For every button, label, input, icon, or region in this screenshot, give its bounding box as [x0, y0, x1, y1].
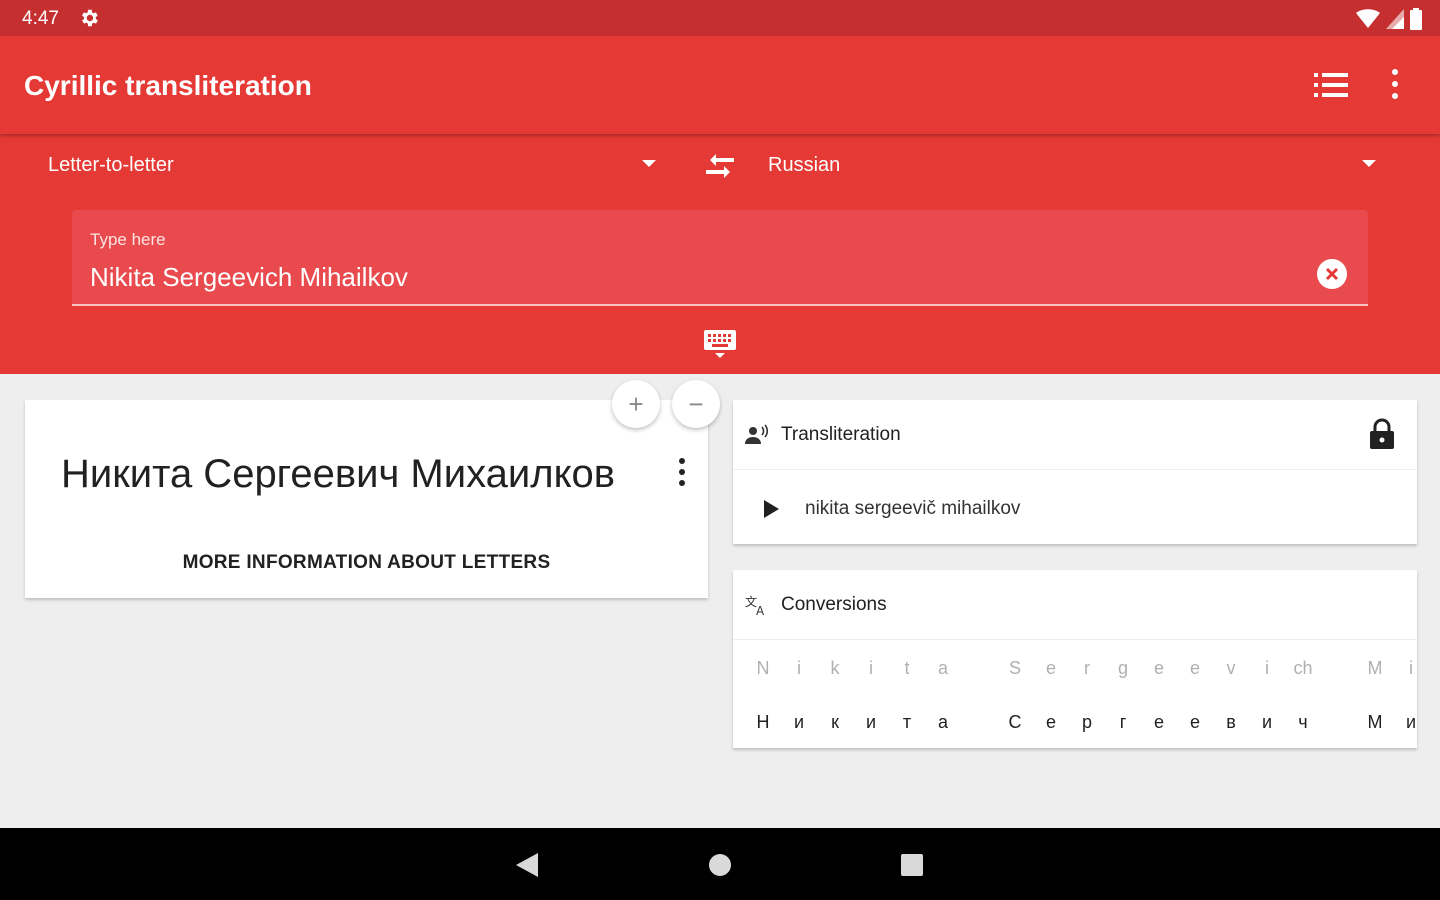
conversion-cyrillic-letter: Н [756, 712, 770, 732]
app-title: Cyrillic transliteration [24, 70, 312, 101]
conversion-cyrillic-letter: г [1119, 712, 1127, 732]
conversion-latin-letter: ch [1293, 658, 1313, 678]
swap-icon[interactable] [702, 152, 738, 180]
conversion-latin-letter: g [1117, 658, 1128, 678]
mode-dropdown[interactable]: Letter-to-letter [48, 154, 660, 182]
conversion-cyrillic-letter: е [1045, 712, 1056, 732]
clear-icon[interactable] [1316, 258, 1348, 290]
dropdown-arrow-icon [1362, 160, 1376, 167]
wifi-icon [1356, 9, 1380, 28]
conversion-cyrillic-letter: С [1008, 712, 1022, 732]
status-bar: 4:47 [0, 0, 1440, 36]
play-icon[interactable] [761, 498, 781, 520]
more-vert-icon[interactable] [675, 456, 689, 488]
conversion-cyrillic-letter: р [1081, 712, 1092, 732]
controls-panel: Letter-to-letter Russian Type here [0, 134, 1440, 374]
card-title: Conversions [781, 594, 887, 615]
conversion-cyrillic-letter: в [1226, 712, 1236, 732]
conversion-cyrillic-letter: М [1367, 712, 1383, 732]
conversion-latin-letter: i [1265, 658, 1269, 678]
conversion-latin-letter: e [1045, 658, 1056, 678]
back-icon[interactable] [512, 850, 542, 880]
conversion-cyrillic-letter: е [1189, 712, 1200, 732]
status-time: 4:47 [22, 8, 59, 29]
conversion-grid: N Нi и k к i и t т a а S Сe е r р g г e е e е v в i и ch ч M Мi и [733, 642, 1417, 748]
conversion-latin-letter: v [1226, 658, 1236, 678]
navigation-bar [0, 828, 1440, 900]
conversion-cyrillic-letter: и [1405, 712, 1417, 732]
conversion-latin-letter: M [1367, 658, 1383, 678]
input-label: Type here [90, 230, 166, 249]
conversion-cyrillic-letter: ч [1298, 712, 1308, 732]
conversion-latin-letter: t [904, 658, 910, 678]
keyboard-icon[interactable] [702, 328, 738, 360]
translate-icon: 文 A [745, 594, 765, 616]
app-bar: Cyrillic transliteration [0, 36, 1440, 134]
conversion-cyrillic-letter: и [793, 712, 805, 732]
conversion-latin-letter: N [756, 658, 770, 678]
conversion-latin-letter: r [1084, 658, 1090, 678]
battery-icon [1410, 8, 1422, 30]
conversion-latin-letter: e [1189, 658, 1200, 678]
more-info-button[interactable]: MORE INFORMATION ABOUT LETTERS [25, 552, 708, 574]
mode-dropdown-label: Letter-to-letter [48, 154, 174, 176]
person-voice-icon [745, 424, 769, 444]
zoom-out-button[interactable]: − [672, 380, 720, 428]
conversion-latin-letter: e [1153, 658, 1164, 678]
card-header: 文 A Conversions [733, 570, 1417, 640]
conversion-cyrillic-letter: а [937, 712, 948, 732]
home-icon[interactable] [705, 850, 735, 880]
gear-icon [82, 9, 98, 27]
conversion-latin-letter: i [1409, 658, 1413, 678]
more-vert-icon[interactable] [1384, 66, 1406, 102]
conversion-latin-letter: i [797, 658, 801, 678]
conversions-card: 文 A Conversions N Нi и k к i и t т a а S Сe е r р g г e е e е… [733, 570, 1417, 748]
conversion-cyrillic-letter: к [831, 712, 839, 732]
list-icon[interactable] [1314, 70, 1348, 100]
language-dropdown-label: Russian [768, 154, 841, 176]
transliteration-text: nikita sergeevič mihailkov [805, 498, 1021, 519]
conversion-cyrillic-letter: и [1261, 712, 1273, 732]
signal-icon [1386, 9, 1404, 29]
zoom-in-button[interactable]: + [612, 380, 660, 428]
language-dropdown[interactable]: Russian [768, 154, 1380, 182]
conversion-cyrillic-letter: е [1153, 712, 1164, 732]
conversion-latin-letter: a [937, 658, 948, 678]
recents-icon[interactable] [897, 850, 927, 880]
conversion-cyrillic-letter: и [865, 712, 877, 732]
transliteration-card: Transliteration nikita sergeevič mihailk… [733, 400, 1417, 544]
card-title: Transliteration [781, 424, 901, 445]
text-input[interactable] [90, 262, 1290, 293]
svg-text:A: A [756, 604, 765, 616]
conversion-latin-letter: S [1008, 658, 1021, 678]
lock-icon[interactable] [1369, 418, 1395, 450]
cyrillic-result: Никита Сергеевич Михаилков [61, 452, 616, 496]
card-header: Transliteration [733, 400, 1417, 470]
dropdown-arrow-icon [642, 160, 656, 167]
conversion-latin-letter: k [830, 658, 840, 678]
conversion-cyrillic-letter: т [902, 712, 912, 732]
result-card: Никита Сергеевич Михаилков MORE INFORMAT… [25, 400, 708, 598]
transliteration-row: nikita sergeevič mihailkov [733, 472, 1417, 544]
text-input-field[interactable]: Type here [72, 210, 1368, 306]
conversion-latin-letter: i [869, 658, 873, 678]
